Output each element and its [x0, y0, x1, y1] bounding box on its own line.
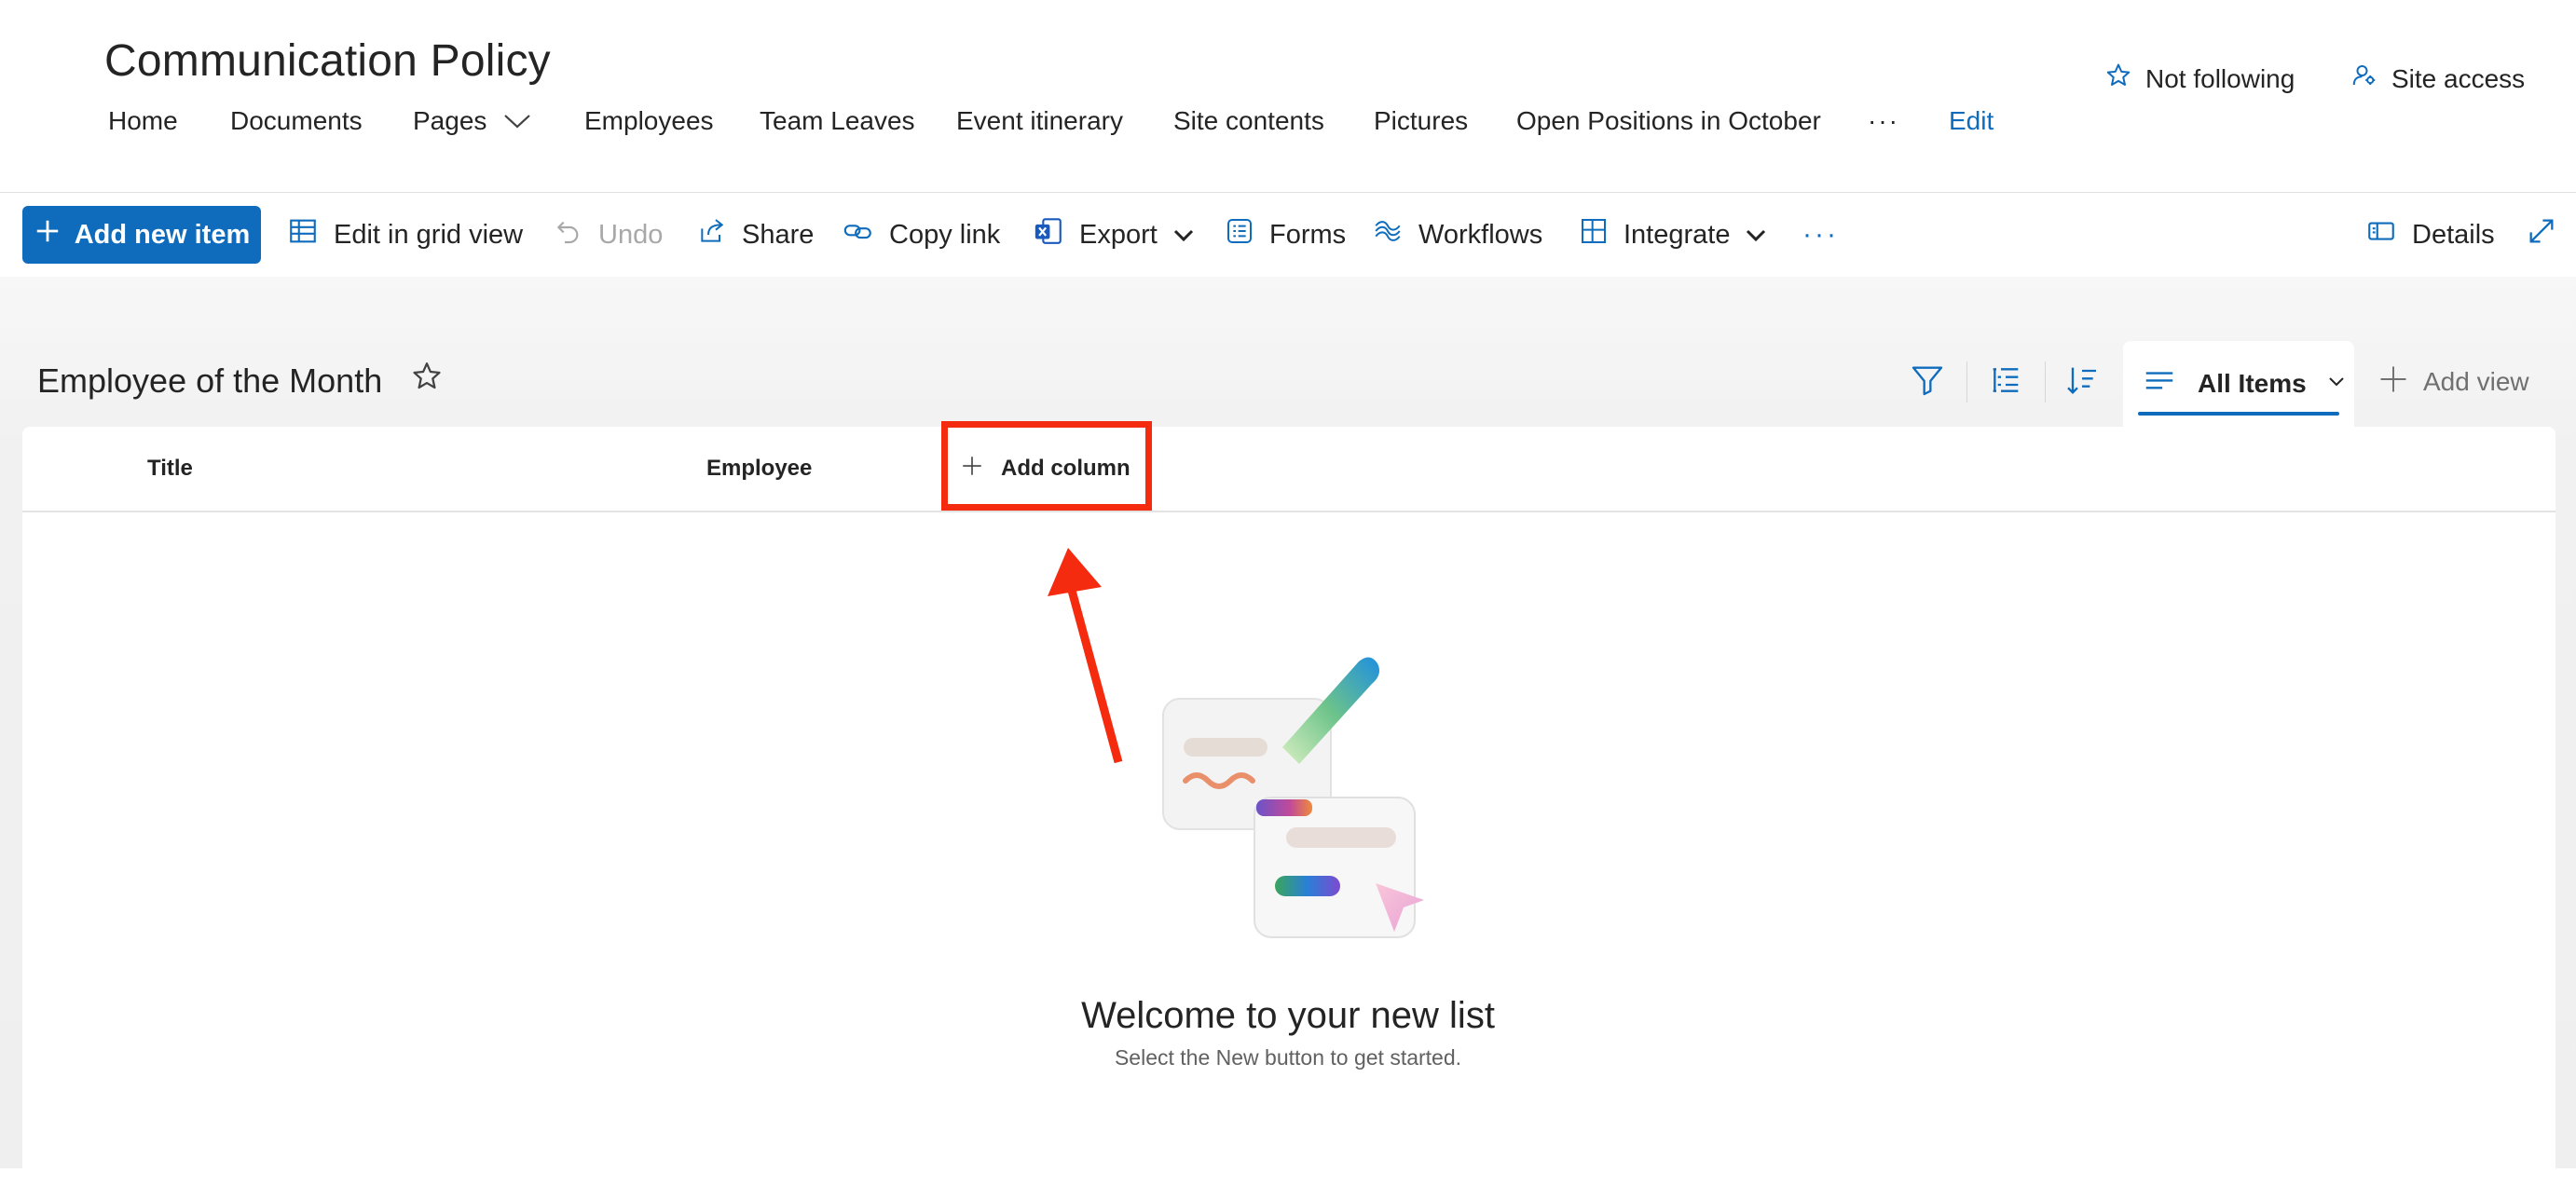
more-commands-button[interactable]: ··· [1802, 193, 1839, 277]
plus-icon [2377, 362, 2410, 402]
nav-open-positions[interactable]: Open Positions in October [1516, 106, 1821, 136]
site-access-button[interactable]: Site access [2350, 61, 2525, 96]
copy-link-label: Copy link [889, 219, 1001, 250]
active-view-underline [2138, 412, 2339, 416]
view-selector-tab[interactable]: All Items [2123, 341, 2354, 427]
sort-button[interactable] [2063, 354, 2101, 410]
forms-icon [1225, 216, 1254, 253]
follow-button[interactable]: Not following [2104, 61, 2295, 96]
favorite-star-icon[interactable] [410, 360, 444, 402]
workflows-icon [1372, 215, 1404, 254]
nav-pages[interactable]: Pages [413, 106, 531, 136]
list-title: Employee of the Month [37, 361, 444, 402]
site-title[interactable]: Communication Policy [104, 35, 551, 87]
details-button[interactable]: Details [2365, 193, 2495, 277]
integrate-icon [1579, 216, 1609, 253]
column-header-title[interactable]: Title [147, 427, 193, 511]
add-view-label: Add view [2423, 367, 2529, 396]
integrate-label: Integrate [1624, 219, 1731, 250]
annotation-highlight-box [941, 421, 1152, 511]
group-icon [1987, 361, 2024, 403]
workflows-button[interactable]: Workflows [1372, 193, 1542, 277]
divider [2045, 361, 2046, 402]
details-label: Details [2412, 219, 2495, 250]
site-access-label: Site access [2391, 63, 2526, 93]
details-icon [2365, 215, 2397, 254]
nav-site-contents[interactable]: Site contents [1173, 106, 1324, 136]
empty-state-title: Welcome to your new list [1081, 995, 1495, 1036]
edit-grid-label: Edit in grid view [334, 219, 524, 250]
nav-edit-link[interactable]: Edit [1949, 106, 1994, 136]
grid-icon [287, 215, 319, 254]
column-header-row: Title Employee Add column [22, 427, 2555, 512]
divider [1966, 361, 1967, 402]
chevron-down-icon [503, 113, 531, 130]
list-title-text: Employee of the Month [37, 361, 383, 400]
nav-home[interactable]: Home [108, 106, 178, 136]
integrate-button[interactable]: Integrate [1579, 193, 1767, 277]
copy-link-button[interactable]: Copy link [843, 193, 1000, 277]
sort-icon [2063, 361, 2101, 403]
chevron-down-icon [2327, 375, 2346, 393]
undo-label: Undo [598, 219, 664, 250]
nav-event-itinerary[interactable]: Event itinerary [956, 106, 1123, 136]
site-access-icon [2350, 61, 2378, 96]
star-outline-icon [2104, 61, 2132, 96]
undo-icon [554, 216, 583, 253]
export-button[interactable]: Export [1033, 193, 1195, 277]
export-label: Export [1079, 219, 1158, 250]
nav-pictures[interactable]: Pictures [1374, 106, 1468, 136]
add-new-item-label: Add new item [74, 219, 251, 250]
view-name: All Items [2198, 369, 2307, 398]
share-icon [697, 216, 727, 253]
empty-list-illustration [1162, 657, 1424, 938]
empty-state-subtitle: Select the New button to get started. [1114, 1045, 1462, 1070]
expand-button[interactable] [2526, 193, 2557, 277]
share-button[interactable]: Share [697, 193, 814, 277]
follow-label: Not following [2145, 63, 2295, 93]
chevron-down-icon [1172, 220, 1195, 251]
undo-button[interactable]: Undo [554, 193, 663, 277]
link-icon [843, 215, 874, 254]
nav-pages-label: Pages [413, 106, 487, 135]
filter-icon [1909, 361, 1946, 403]
plus-icon [34, 217, 62, 252]
column-header-employee[interactable]: Employee [706, 427, 812, 511]
command-bar: Add new item Edit in grid view Undo Shar… [0, 192, 2576, 278]
add-new-item-button[interactable]: Add new item [22, 206, 261, 264]
nav-more-button[interactable]: ··· [1868, 106, 1899, 136]
nav-documents[interactable]: Documents [230, 106, 363, 136]
workflows-label: Workflows [1418, 219, 1543, 250]
group-by-button[interactable] [1987, 354, 2024, 410]
filter-button[interactable] [1909, 354, 1946, 410]
chevron-down-icon [1745, 220, 1767, 251]
expand-icon [2526, 215, 2557, 254]
annotation-arrow [1048, 548, 1123, 764]
share-label: Share [742, 219, 815, 250]
view-lines-icon [2142, 364, 2177, 404]
add-view-button[interactable]: Add view [2377, 354, 2529, 410]
forms-button[interactable]: Forms [1225, 193, 1346, 277]
nav-employees[interactable]: Employees [584, 106, 714, 136]
edit-grid-button[interactable]: Edit in grid view [287, 193, 523, 277]
excel-icon [1033, 215, 1064, 254]
forms-label: Forms [1269, 219, 1347, 250]
nav-team-leaves[interactable]: Team Leaves [760, 106, 915, 136]
